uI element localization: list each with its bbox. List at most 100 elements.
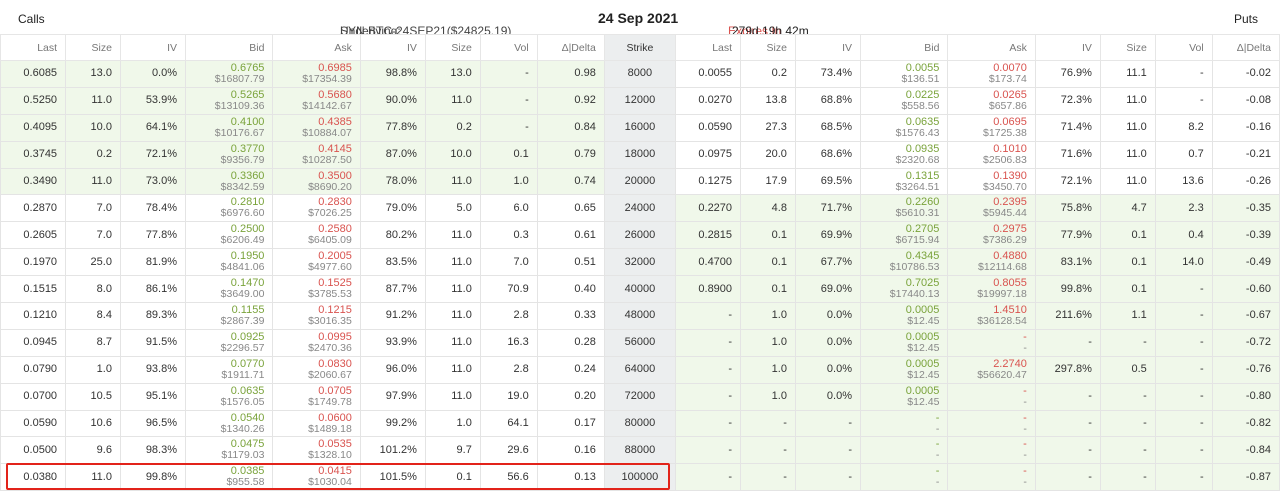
chain-row[interactable]: 0.0500 9.6 98.3% 0.0475 $1179.03 0.0535 $1328.…: [0, 436, 1280, 465]
call-bid-cell[interactable]: 0.1470 $3649.00: [185, 275, 274, 304]
put-bid-cell[interactable]: 0.0005 $12.45: [859, 382, 949, 411]
call-bid-cell[interactable]: 0.1950 $4841.06: [185, 248, 274, 277]
call-bid-cell[interactable]: 0.0540 $1340.26: [185, 409, 274, 438]
put-ask-price[interactable]: 0.1010: [948, 143, 1027, 155]
put-ask-cell[interactable]: --: [947, 463, 1036, 492]
put-ask-price[interactable]: -: [948, 439, 1027, 450]
call-bid-cell[interactable]: 0.0770 $1911.71: [185, 355, 274, 384]
call-ask-cell[interactable]: 0.6985 $17354.39: [272, 60, 361, 88]
column-header-put-col-3[interactable]: Bid: [859, 34, 949, 61]
column-header-put-col-6[interactable]: Size: [1099, 34, 1156, 61]
chain-row[interactable]: 0.0945 8.7 91.5% 0.0925 $2296.57 0.0995 $2470.…: [0, 328, 1280, 357]
chain-row[interactable]: 0.6085 13.0 0.0% 0.6765 $16807.79 0.6985 $1735…: [0, 60, 1280, 88]
column-header-put-col-4[interactable]: Ask: [947, 34, 1036, 61]
call-bid-cell[interactable]: 0.2810 $6976.60: [185, 194, 274, 223]
call-bid-cell[interactable]: 0.0475 $1179.03: [185, 436, 274, 465]
column-header-put-col-8[interactable]: Δ|Delta: [1211, 34, 1280, 61]
call-bid-price[interactable]: 0.0635: [186, 385, 265, 397]
put-bid-cell[interactable]: 0.0005 $12.45: [859, 355, 949, 384]
call-ask-cell[interactable]: 0.2580 $6405.09: [272, 221, 361, 250]
call-ask-cell[interactable]: 0.4385 $10884.07: [272, 113, 361, 142]
chain-row[interactable]: 0.2870 7.0 78.4% 0.2810 $6976.60 0.2830 $7026.…: [0, 194, 1280, 223]
call-ask-price[interactable]: 0.4145: [273, 143, 352, 155]
column-header-put-col-1[interactable]: Size: [740, 34, 796, 61]
call-ask-cell[interactable]: 0.2830 $7026.25: [272, 194, 361, 223]
put-bid-price[interactable]: 0.0005: [861, 385, 940, 397]
column-header-call-col-7[interactable]: Vol: [479, 34, 538, 61]
call-ask-cell[interactable]: 0.0600 $1489.18: [272, 409, 361, 438]
put-ask-cell[interactable]: 0.0070 $173.74: [947, 60, 1036, 88]
call-ask-price[interactable]: 0.0705: [273, 385, 352, 397]
column-header-put-col-7[interactable]: Vol: [1154, 34, 1213, 61]
put-ask-price[interactable]: 0.1390: [948, 170, 1027, 182]
put-ask-price[interactable]: -: [948, 385, 1027, 397]
chain-row[interactable]: 0.4095 10.0 64.1% 0.4100 $10176.67 0.4385 $108…: [0, 113, 1280, 142]
column-header-call-col-0[interactable]: Last: [0, 34, 67, 61]
chain-row[interactable]: 0.0700 10.5 95.1% 0.0635 $1576.05 0.0705 $1749…: [0, 382, 1280, 411]
column-header-call-col-2[interactable]: IV: [119, 34, 187, 61]
put-bid-cell[interactable]: 0.1315 $3264.51: [859, 167, 949, 196]
call-bid-cell[interactable]: 0.0635 $1576.05: [185, 382, 274, 411]
chain-row[interactable]: 0.0590 10.6 96.5% 0.0540 $1340.26 0.0600 $1489…: [0, 409, 1280, 438]
put-bid-cell[interactable]: 0.0935 $2320.68: [859, 140, 949, 169]
call-bid-price[interactable]: 0.3770: [186, 143, 265, 155]
call-ask-price[interactable]: 0.3500: [273, 170, 352, 182]
chain-row[interactable]: 0.3490 11.0 73.0% 0.3360 $8342.59 0.3500 $8690…: [0, 167, 1280, 196]
put-ask-cell[interactable]: 0.2975 $7386.29: [947, 221, 1036, 250]
call-bid-cell[interactable]: 0.1155 $2867.39: [185, 302, 274, 330]
put-ask-price[interactable]: -: [948, 331, 1027, 343]
chain-row[interactable]: 0.1210 8.4 89.3% 0.1155 $2867.39 0.1215 $3016.…: [0, 302, 1280, 330]
put-ask-price[interactable]: -: [948, 466, 1027, 477]
put-bid-price[interactable]: -: [861, 412, 940, 424]
column-header-call-col-4[interactable]: Ask: [272, 34, 361, 61]
put-ask-cell[interactable]: 0.0695 $1725.38: [947, 113, 1036, 142]
call-bid-cell[interactable]: 0.3770 $9356.79: [185, 140, 274, 169]
put-bid-cell[interactable]: 0.0225 $558.56: [859, 86, 949, 115]
put-bid-cell[interactable]: --: [859, 409, 949, 438]
put-ask-cell[interactable]: 2.2740 $56620.47: [947, 355, 1036, 384]
call-ask-cell[interactable]: 0.1525 $3785.53: [272, 275, 361, 304]
chain-row[interactable]: 0.5250 11.0 53.9% 0.5265 $13109.36 0.5680 $141…: [0, 86, 1280, 115]
put-ask-cell[interactable]: 1.4510 $36128.54: [947, 302, 1036, 330]
put-ask-cell[interactable]: 0.0265 $657.86: [947, 86, 1036, 115]
call-bid-cell[interactable]: 0.5265 $13109.36: [185, 86, 274, 115]
put-bid-cell[interactable]: 0.7025 $17440.13: [859, 275, 949, 304]
column-header-put-col-0[interactable]: Last: [674, 34, 742, 61]
chain-row[interactable]: 0.3745 0.2 72.1% 0.3770 $9356.79 0.4145 $10287…: [0, 140, 1280, 169]
call-bid-cell[interactable]: 0.0925 $2296.57: [185, 328, 274, 357]
put-ask-cell[interactable]: --: [947, 382, 1036, 411]
put-bid-cell[interactable]: 0.2705 $6715.94: [859, 221, 949, 250]
column-header-call-col-5[interactable]: IV: [359, 34, 426, 61]
chain-row[interactable]: 0.0790 1.0 93.8% 0.0770 $1911.71 0.0830 $2060.…: [0, 355, 1280, 384]
put-bid-cell[interactable]: --: [859, 463, 949, 492]
chain-row[interactable]: 0.1970 25.0 81.9% 0.1950 $4841.06 0.2005 $4977…: [0, 248, 1280, 277]
call-bid-price[interactable]: 0.3360: [186, 170, 265, 182]
call-ask-cell[interactable]: 0.3500 $8690.20: [272, 167, 361, 196]
call-ask-cell[interactable]: 0.0995 $2470.36: [272, 328, 361, 357]
column-header-call-col-1[interactable]: Size: [65, 34, 121, 61]
put-ask-price[interactable]: -: [948, 412, 1027, 424]
put-bid-cell[interactable]: 0.0055 $136.51: [859, 60, 949, 88]
call-ask-cell[interactable]: 0.2005 $4977.60: [272, 248, 361, 277]
column-header-put-col-5[interactable]: IV: [1034, 34, 1101, 61]
put-bid-cell[interactable]: 0.0005 $12.45: [859, 302, 949, 330]
call-ask-cell[interactable]: 0.5680 $14142.67: [272, 86, 361, 115]
call-bid-cell[interactable]: 0.6765 $16807.79: [185, 60, 274, 88]
put-bid-cell[interactable]: --: [859, 436, 949, 465]
column-header-call-col-8[interactable]: Δ|Delta: [536, 34, 605, 61]
chain-row[interactable]: 0.0380 11.0 99.8% 0.0385 $955.58 0.0415 $1030.…: [0, 463, 1280, 492]
put-ask-cell[interactable]: 0.4880 $12114.68: [947, 248, 1036, 277]
call-ask-cell[interactable]: 0.0705 $1749.78: [272, 382, 361, 411]
put-bid-cell[interactable]: 0.0635 $1576.43: [859, 113, 949, 142]
put-bid-cell[interactable]: 0.2260 $5610.31: [859, 194, 949, 223]
call-bid-cell[interactable]: 0.3360 $8342.59: [185, 167, 274, 196]
put-bid-price[interactable]: 0.1315: [861, 170, 940, 182]
put-bid-cell[interactable]: 0.0005 $12.45: [859, 328, 949, 357]
put-bid-cell[interactable]: 0.4345 $10786.53: [859, 248, 949, 277]
call-ask-cell[interactable]: 0.1215 $3016.35: [272, 302, 361, 330]
column-header-call-col-6[interactable]: Size: [424, 34, 481, 61]
put-bid-price[interactable]: -: [861, 439, 940, 450]
put-ask-cell[interactable]: --: [947, 409, 1036, 438]
call-ask-cell[interactable]: 0.0415 $1030.04: [272, 463, 361, 492]
call-bid-cell[interactable]: 0.4100 $10176.67: [185, 113, 274, 142]
